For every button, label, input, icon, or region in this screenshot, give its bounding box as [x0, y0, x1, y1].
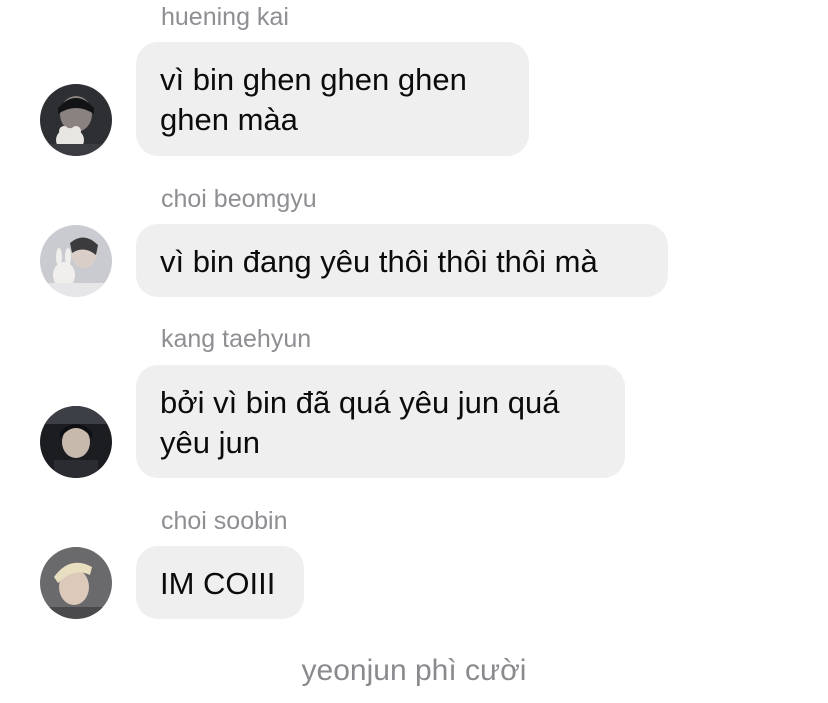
message-bubble[interactable]: vì bin ghen ghen ghen ghen màa	[136, 42, 529, 156]
message-bubble[interactable]: vì bin đang yêu thôi thôi thôi mà	[136, 224, 668, 297]
sender-name: huening kai	[161, 3, 289, 31]
sender-name: choi beomgyu	[161, 185, 317, 213]
message-bubble[interactable]: IM COIII	[136, 546, 304, 619]
system-note: yeonjun phì cười	[301, 654, 527, 687]
sender-name: choi soobin	[161, 507, 288, 535]
huening-kai-avatar[interactable]	[40, 84, 112, 156]
kang-taehyun-avatar[interactable]	[40, 406, 112, 478]
sender-name: kang taehyun	[161, 325, 312, 353]
choi-beomgyu-avatar[interactable]	[40, 225, 112, 297]
message-bubble[interactable]: bởi vì bin đã quá yêu jun quá yêu jun	[136, 365, 625, 478]
choi-soobin-avatar[interactable]	[40, 547, 112, 619]
chat-thread: huening kai vì bin ghen ghen ghen ghen m…	[0, 0, 828, 703]
